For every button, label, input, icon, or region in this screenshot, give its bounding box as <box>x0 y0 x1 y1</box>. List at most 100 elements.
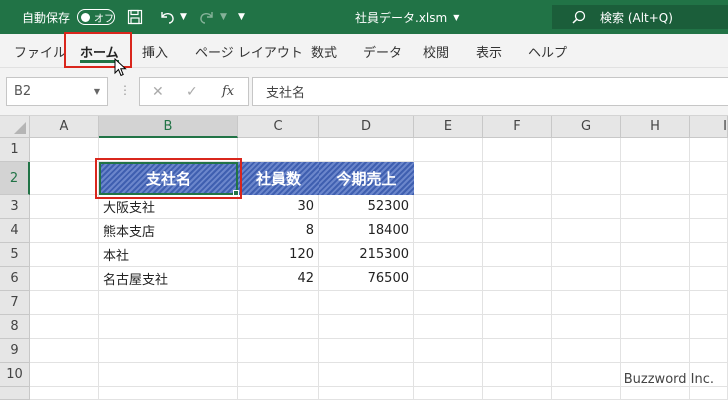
grid-cell[interactable] <box>552 243 621 267</box>
document-title[interactable]: 社員データ.xlsm ▼ <box>355 0 459 34</box>
grid-cell[interactable] <box>621 243 690 267</box>
grid-cell[interactable] <box>552 195 621 219</box>
search-box[interactable]: 検索 (Alt+Q) <box>552 5 728 29</box>
grid-cell[interactable] <box>483 315 552 339</box>
column-header-b[interactable]: B <box>99 116 238 138</box>
grid-cell[interactable] <box>621 219 690 243</box>
save-icon[interactable] <box>127 0 143 34</box>
grid-cell[interactable] <box>483 387 552 400</box>
cell-d6[interactable]: 76500 <box>319 267 414 291</box>
grid-cell[interactable] <box>621 387 690 400</box>
tab-page-layout[interactable]: ページ レイアウト <box>195 34 303 68</box>
grid-cell[interactable] <box>552 315 621 339</box>
grid-cell[interactable] <box>483 138 552 162</box>
grid-cell[interactable] <box>621 138 690 162</box>
grid-cell[interactable] <box>414 291 483 315</box>
column-header-e[interactable]: E <box>414 116 483 138</box>
grid-cell[interactable] <box>483 162 552 195</box>
row-header-10[interactable]: 10 <box>0 363 30 387</box>
grid-cell[interactable] <box>99 339 238 363</box>
grid-cell[interactable] <box>99 138 238 162</box>
grid-cell[interactable] <box>99 315 238 339</box>
undo-dropdown-icon[interactable]: ▼ <box>180 0 187 34</box>
grid-cell[interactable] <box>319 363 414 387</box>
cancel-icon[interactable]: ✕ <box>152 78 164 105</box>
grid-cell[interactable] <box>30 339 99 363</box>
formula-input[interactable]: 支社名 <box>252 77 728 106</box>
grid-cell[interactable] <box>30 363 99 387</box>
grid-cell[interactable] <box>99 363 238 387</box>
grid-cell[interactable] <box>414 267 483 291</box>
grid-cell[interactable] <box>690 138 728 162</box>
tab-help[interactable]: ヘルプ <box>528 34 567 68</box>
cell-b3[interactable]: 大阪支社 <box>99 195 238 219</box>
row-header-7[interactable]: 7 <box>0 291 30 315</box>
grid-cell[interactable] <box>552 138 621 162</box>
tab-view[interactable]: 表示 <box>476 34 502 68</box>
tab-review[interactable]: 校閲 <box>423 34 449 68</box>
grid-cell[interactable] <box>30 219 99 243</box>
grid-cell[interactable] <box>690 267 728 291</box>
row-header-2[interactable]: 2 <box>0 162 30 195</box>
grid-cell[interactable] <box>621 315 690 339</box>
tab-data[interactable]: データ <box>363 34 402 68</box>
tab-formulas[interactable]: 数式 <box>311 34 337 68</box>
cell-c4[interactable]: 8 <box>238 219 319 243</box>
grid-cell[interactable] <box>552 363 621 387</box>
column-header-d[interactable]: D <box>319 116 414 138</box>
name-box[interactable]: B2 ▼ <box>6 77 108 106</box>
grid-cell[interactable] <box>483 363 552 387</box>
row-header-4[interactable]: 4 <box>0 219 30 243</box>
grid-cell[interactable] <box>238 363 319 387</box>
tab-insert[interactable]: 挿入 <box>142 34 168 68</box>
customize-qat-icon[interactable]: ▼ <box>238 0 245 34</box>
grid-cell[interactable] <box>621 195 690 219</box>
grid-cell[interactable] <box>319 138 414 162</box>
cell-b4[interactable]: 熊本支店 <box>99 219 238 243</box>
insert-function-icon[interactable]: fx <box>222 78 234 105</box>
grid-cell[interactable] <box>690 195 728 219</box>
grid-cell[interactable] <box>690 291 728 315</box>
grid-cell[interactable] <box>690 315 728 339</box>
grid-cell[interactable] <box>414 315 483 339</box>
row-header-6[interactable]: 6 <box>0 267 30 291</box>
grid-cell[interactable] <box>414 363 483 387</box>
tab-file[interactable]: ファイル <box>14 34 66 68</box>
grid-cell[interactable] <box>238 138 319 162</box>
grid-cell[interactable] <box>30 243 99 267</box>
cell-c2[interactable]: 社員数 <box>238 162 319 195</box>
row-header-9[interactable]: 9 <box>0 339 30 363</box>
grid-cell[interactable] <box>690 243 728 267</box>
row-header-8[interactable]: 8 <box>0 315 30 339</box>
cell-c5[interactable]: 120 <box>238 243 319 267</box>
cell-d4[interactable]: 18400 <box>319 219 414 243</box>
column-header-f[interactable]: F <box>483 116 552 138</box>
resize-handle-icon[interactable]: ⋮ <box>119 83 131 97</box>
grid-cell[interactable] <box>319 387 414 400</box>
row-header-3[interactable]: 3 <box>0 195 30 219</box>
row-header-1[interactable]: 1 <box>0 138 30 162</box>
check-icon[interactable]: ✓ <box>186 78 198 105</box>
cell-b5[interactable]: 本社 <box>99 243 238 267</box>
grid-cell[interactable] <box>30 387 99 400</box>
select-all-button[interactable] <box>0 116 30 138</box>
grid-cell[interactable] <box>483 219 552 243</box>
grid-cell[interactable] <box>483 339 552 363</box>
grid-cell[interactable] <box>414 243 483 267</box>
redo-icon[interactable] <box>198 0 216 34</box>
cell-d2[interactable]: 今期売上 <box>319 162 414 195</box>
row-header-11[interactable] <box>0 387 30 400</box>
column-header-c[interactable]: C <box>238 116 319 138</box>
grid-cell[interactable] <box>483 291 552 315</box>
cell-d5[interactable]: 215300 <box>319 243 414 267</box>
grid-cell[interactable] <box>238 339 319 363</box>
grid-cell[interactable] <box>30 315 99 339</box>
grid-cell[interactable] <box>99 387 238 400</box>
grid-cell[interactable] <box>690 339 728 363</box>
grid-cell[interactable] <box>690 219 728 243</box>
grid-cell[interactable] <box>414 195 483 219</box>
cell-d3[interactable]: 52300 <box>319 195 414 219</box>
cell-b2[interactable]: 支社名 <box>99 162 238 195</box>
cell-b6[interactable]: 名古屋支社 <box>99 267 238 291</box>
grid-cell[interactable] <box>690 162 728 195</box>
